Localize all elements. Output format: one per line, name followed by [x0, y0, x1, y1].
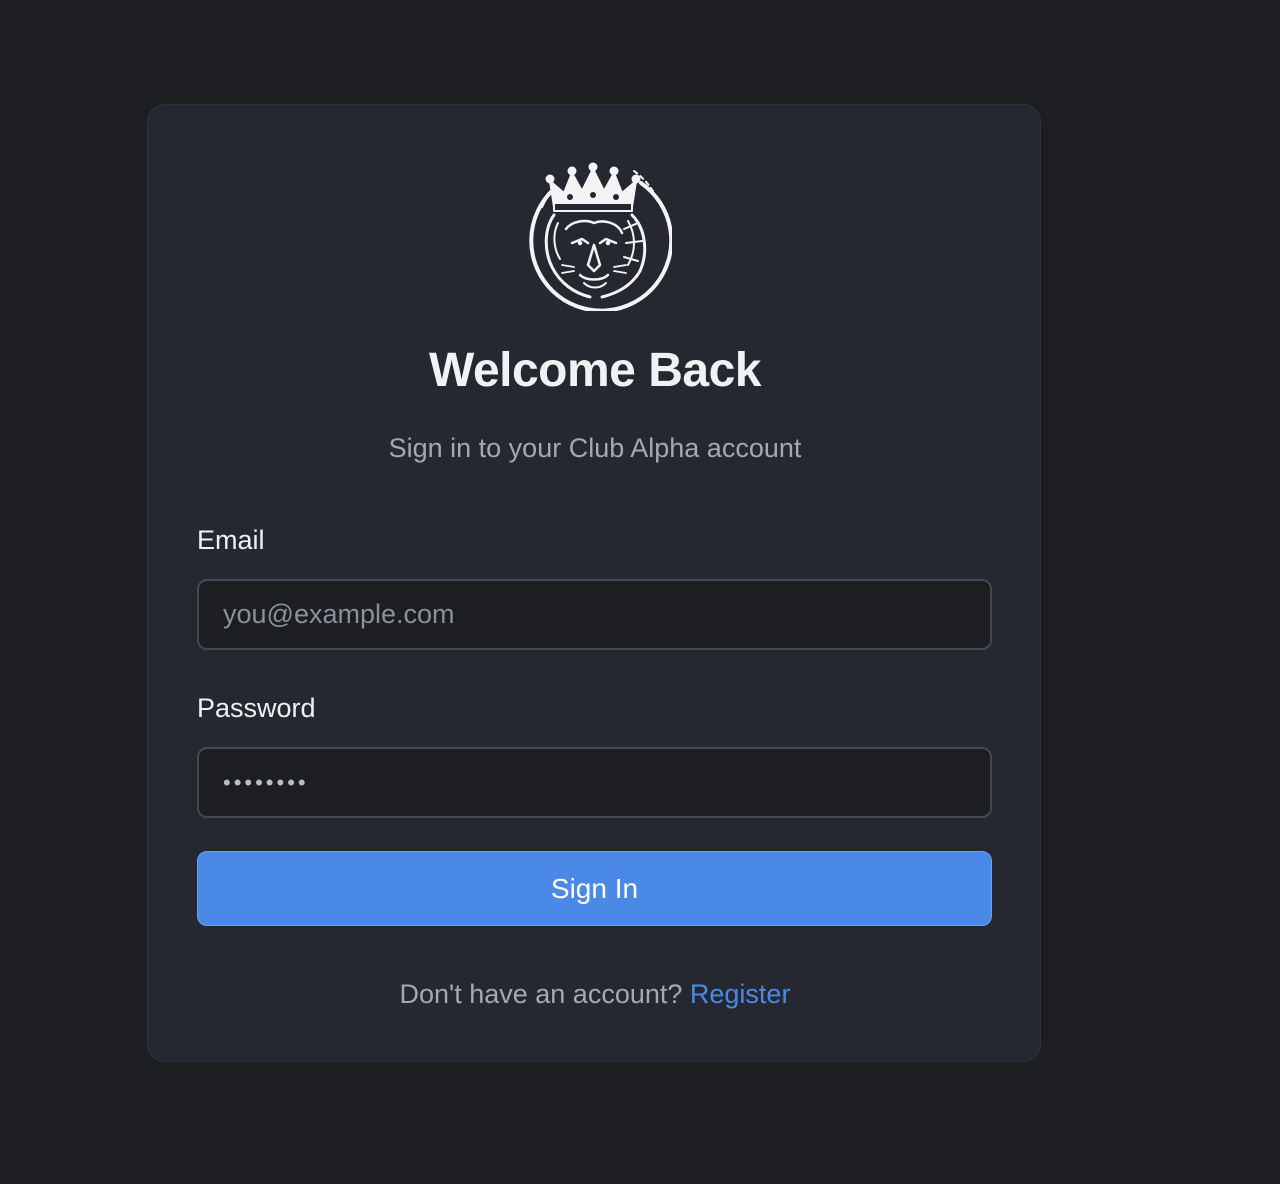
login-page: Welcome Back Sign in to your Club Alpha … — [0, 0, 1280, 1184]
register-prompt-text: Don't have an account? — [399, 979, 683, 1009]
email-field[interactable] — [197, 579, 992, 650]
register-link[interactable]: Register — [690, 979, 791, 1009]
login-card: Welcome Back Sign in to your Club Alpha … — [147, 104, 1041, 1062]
register-prompt: Don't have an account? Register — [148, 977, 1042, 1011]
password-field[interactable] — [197, 747, 992, 818]
page-title: Welcome Back — [429, 344, 761, 397]
sign-in-button[interactable]: Sign In — [197, 851, 992, 926]
page-subtitle: Sign in to your Club Alpha account — [388, 433, 802, 463]
email-label: Email — [197, 525, 265, 555]
crowned-lion-icon — [514, 159, 672, 311]
password-label: Password — [197, 693, 316, 723]
